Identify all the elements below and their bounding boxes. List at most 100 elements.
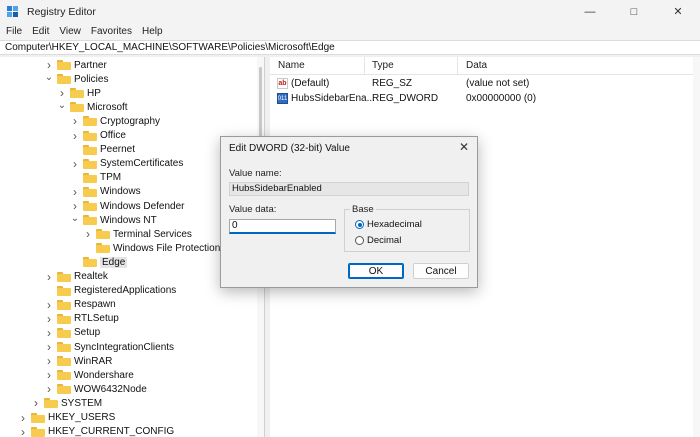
- tree-item-cryptography[interactable]: › Cryptography: [70, 114, 160, 128]
- tree-item-winrar[interactable]: › WinRAR: [44, 354, 112, 368]
- column-divider[interactable]: [457, 57, 458, 75]
- column-divider[interactable]: [364, 57, 365, 75]
- tree-item-wow6432node[interactable]: › WOW6432Node: [44, 382, 147, 396]
- close-icon: ✕: [458, 140, 470, 154]
- chevron-right-icon[interactable]: ›: [44, 354, 54, 368]
- value-data-label: Value data:: [229, 204, 277, 215]
- decimal-radio[interactable]: Decimal: [355, 235, 401, 246]
- menu-file[interactable]: File: [0, 26, 27, 37]
- edit-dword-dialog: Edit DWORD (32-bit) Value ✕ Value name: …: [220, 136, 478, 288]
- tree-item-respawn[interactable]: › Respawn: [44, 298, 116, 312]
- chevron-right-icon[interactable]: ›: [18, 425, 28, 437]
- tree-item-office[interactable]: › Office: [70, 129, 126, 143]
- folder-icon: [57, 356, 71, 367]
- tree-item-setup[interactable]: › Setup: [44, 326, 100, 340]
- chevron-right-icon[interactable]: ›: [44, 368, 54, 382]
- folder-icon: [83, 116, 97, 127]
- hexadecimal-label: Hexadecimal: [367, 219, 422, 230]
- value-data-input[interactable]: 0: [229, 219, 336, 234]
- tree-item-peernet[interactable]: Peernet: [70, 143, 135, 157]
- chevron-right-icon[interactable]: ›: [44, 326, 54, 340]
- tree-item-label: Edge: [100, 256, 128, 268]
- window-controls: — □ ✕: [568, 0, 700, 23]
- address-bar[interactable]: Computer\HKEY_LOCAL_MACHINE\SOFTWARE\Pol…: [0, 40, 700, 55]
- tree-item-systemcertificates[interactable]: › SystemCertificates: [70, 157, 183, 171]
- folder-icon: [57, 285, 71, 296]
- tree-item-label: Windows File Protection: [113, 242, 221, 254]
- value-name-label: Value name:: [229, 168, 282, 179]
- maximize-icon: □: [630, 5, 638, 18]
- chevron-right-icon[interactable]: ›: [44, 340, 54, 354]
- chevron-right-icon[interactable]: ›: [44, 312, 54, 326]
- registry-editor-icon: [7, 5, 19, 18]
- dialog-close-button[interactable]: ✕: [457, 140, 471, 154]
- chevron-right-icon[interactable]: ›: [70, 129, 80, 143]
- chevron-right-icon[interactable]: ›: [70, 157, 80, 171]
- folder-icon: [57, 299, 71, 310]
- tree-item-rtlsetup[interactable]: › RTLSetup: [44, 312, 119, 326]
- chevron-right-icon[interactable]: ›: [83, 227, 93, 241]
- tree-item-label: RegisteredApplications: [74, 285, 177, 297]
- close-button[interactable]: ✕: [656, 0, 700, 23]
- chevron-right-icon[interactable]: ›: [44, 382, 54, 396]
- folder-icon: [57, 384, 71, 395]
- tree-item-edge[interactable]: Edge: [70, 255, 128, 269]
- list-scrollbar[interactable]: [693, 57, 700, 437]
- menu-favorites[interactable]: Favorites: [86, 26, 137, 37]
- tree-item-system[interactable]: › SYSTEM: [31, 396, 102, 410]
- tree-item-label: Realtek: [74, 271, 108, 282]
- tree-item-hkey-users[interactable]: › HKEY_USERS: [18, 411, 115, 425]
- close-icon: ✕: [673, 6, 683, 18]
- tree-item-wondershare[interactable]: › Wondershare: [44, 368, 134, 382]
- chevron-right-icon[interactable]: ›: [31, 396, 41, 410]
- tree-item-label: Cryptography: [100, 115, 161, 127]
- chevron-right-icon[interactable]: ›: [18, 411, 28, 425]
- folder-icon: [57, 271, 71, 282]
- tree-item-realtek[interactable]: › Realtek: [44, 270, 108, 284]
- folder-icon: [83, 144, 97, 155]
- folder-icon: [83, 201, 97, 211]
- tree-item-registeredapplications[interactable]: RegisteredApplications: [44, 284, 176, 298]
- tree-item-label: Windows NT: [100, 214, 157, 226]
- tree-item-hkey-current-config[interactable]: › HKEY_CURRENT_CONFIG: [18, 425, 174, 437]
- column-type[interactable]: Type: [372, 60, 394, 71]
- tree-item-windows-file-protection[interactable]: Windows File Protection: [83, 241, 220, 255]
- maximize-button[interactable]: □: [612, 0, 656, 23]
- tree-item-policies[interactable]: ⌄ Policies: [44, 70, 109, 86]
- menu-edit[interactable]: Edit: [27, 26, 54, 37]
- tree-item-windows[interactable]: › Windows: [70, 185, 141, 199]
- folder-icon: [57, 327, 71, 338]
- folder-icon: [70, 102, 84, 113]
- tree-item-terminal-services[interactable]: › Terminal Services: [83, 227, 192, 241]
- list-item[interactable]: 011 HubsSidebarEna... REG_DWORD 0x000000…: [270, 92, 700, 106]
- tree-item-label: SyncIntegrationClients: [74, 341, 175, 353]
- list-item[interactable]: ab (Default) REG_SZ (value not set): [270, 77, 700, 91]
- folder-icon: [96, 229, 110, 240]
- chevron-right-icon[interactable]: ›: [44, 270, 54, 284]
- chevron-down-icon[interactable]: ⌄: [57, 98, 67, 112]
- tree-item-tpm[interactable]: TPM: [70, 171, 121, 185]
- value-name-field: HubsSidebarEnabled: [229, 182, 469, 196]
- cancel-button[interactable]: Cancel: [413, 263, 469, 279]
- chevron-down-icon[interactable]: ⌄: [44, 70, 54, 84]
- chevron-right-icon[interactable]: ›: [70, 114, 80, 128]
- ok-button[interactable]: OK: [348, 263, 404, 279]
- tree-item-label: WinRAR: [74, 355, 113, 367]
- value-data: (value not set): [466, 78, 530, 89]
- column-data[interactable]: Data: [466, 60, 487, 71]
- chevron-right-icon[interactable]: ›: [70, 185, 80, 199]
- hexadecimal-radio[interactable]: Hexadecimal: [355, 219, 422, 230]
- menu-view[interactable]: View: [54, 26, 86, 37]
- folder-icon: [57, 313, 71, 324]
- menu-help[interactable]: Help: [137, 26, 168, 37]
- value-type: REG_SZ: [372, 78, 413, 89]
- radio-unselected-icon: [355, 236, 364, 245]
- tree-item-windows-nt[interactable]: ⌄ Windows NT: [70, 213, 157, 227]
- chevron-down-icon[interactable]: ⌄: [70, 211, 80, 225]
- tree-item-microsoft[interactable]: ⌄ Microsoft: [57, 100, 128, 114]
- tree-item-syncintegrationclients[interactable]: › SyncIntegrationClients: [44, 340, 174, 354]
- column-name[interactable]: Name: [278, 60, 305, 71]
- minimize-button[interactable]: —: [568, 0, 612, 23]
- chevron-right-icon[interactable]: ›: [44, 298, 54, 312]
- tree-item-windows-defender[interactable]: › Windows Defender: [70, 199, 184, 213]
